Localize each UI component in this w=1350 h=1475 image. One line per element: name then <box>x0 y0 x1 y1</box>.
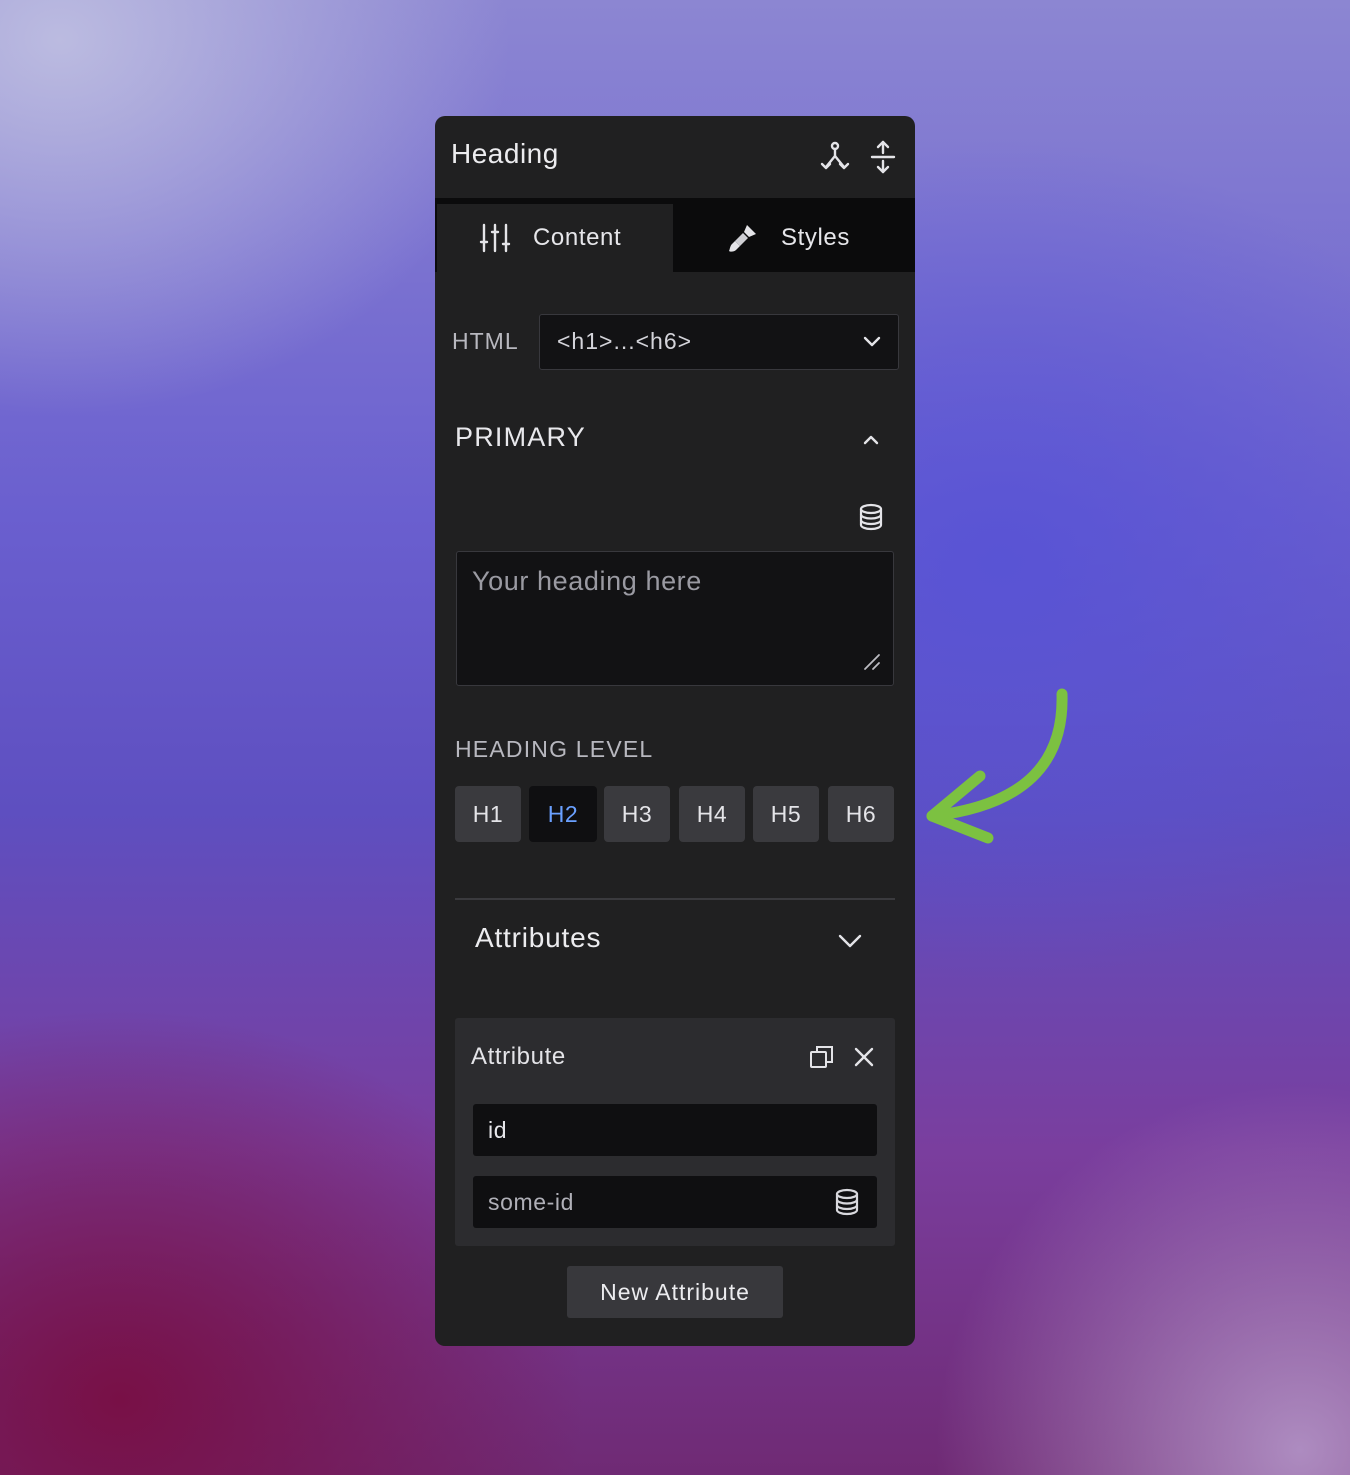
heading-level-h6-button[interactable]: H6 <box>828 786 894 842</box>
duplicate-icon[interactable] <box>809 1044 835 1070</box>
heading-text-placeholder: Your heading here <box>472 566 702 596</box>
new-attribute-button[interactable]: New Attribute <box>567 1266 783 1318</box>
heading-settings-panel: Heading Content Styles HTML <h1>...<h6> … <box>435 116 915 1346</box>
html-tag-select[interactable]: <h1>...<h6> <box>539 314 899 370</box>
heading-level-label: HEADING LEVEL <box>455 736 654 762</box>
attribute-card-title: Attribute <box>471 1043 566 1070</box>
attribute-value-text: some-id <box>488 1189 575 1215</box>
attribute-value-input[interactable]: some-id <box>473 1176 877 1228</box>
paintbrush-icon <box>727 222 759 254</box>
primary-section-title[interactable]: PRIMARY <box>455 422 586 453</box>
expand-vertical-icon[interactable] <box>866 140 900 174</box>
dynamic-data-icon[interactable] <box>857 503 885 531</box>
resize-handle-icon[interactable] <box>863 653 881 671</box>
heading-text-input[interactable]: Your heading here <box>456 551 894 686</box>
heading-level-h3-button[interactable]: H3 <box>604 786 670 842</box>
section-divider <box>455 898 895 900</box>
html-tag-label: HTML <box>452 328 519 354</box>
heading-level-h2-button[interactable]: H2 <box>529 786 597 842</box>
attribute-name-value: id <box>488 1117 508 1143</box>
heading-level-h5-button[interactable]: H5 <box>753 786 819 842</box>
tab-content[interactable]: Content <box>437 204 673 272</box>
chevron-down-icon <box>863 336 881 347</box>
chevron-up-icon[interactable] <box>857 426 885 454</box>
panel-header: Heading <box>435 116 915 198</box>
annotation-arrow <box>926 688 1068 844</box>
attributes-section-title[interactable]: Attributes <box>475 922 601 954</box>
html-tag-value: <h1>...<h6> <box>557 328 693 354</box>
attribute-card: Attribute id some-id <box>455 1018 895 1246</box>
tab-styles[interactable]: Styles <box>675 204 913 272</box>
heading-level-h4-button[interactable]: H4 <box>679 786 745 842</box>
tab-styles-label: Styles <box>781 224 850 251</box>
panel-title: Heading <box>451 138 559 169</box>
heading-level-h1-button[interactable]: H1 <box>455 786 521 842</box>
sliders-icon <box>479 222 511 254</box>
chevron-down-icon[interactable] <box>835 926 865 956</box>
tree-branch-icon[interactable] <box>818 140 852 174</box>
close-icon[interactable] <box>851 1044 877 1070</box>
tab-bar: Content Styles <box>435 198 915 272</box>
attribute-name-input[interactable]: id <box>473 1104 877 1156</box>
tab-content-label: Content <box>533 224 622 251</box>
dynamic-data-icon[interactable] <box>833 1188 861 1216</box>
